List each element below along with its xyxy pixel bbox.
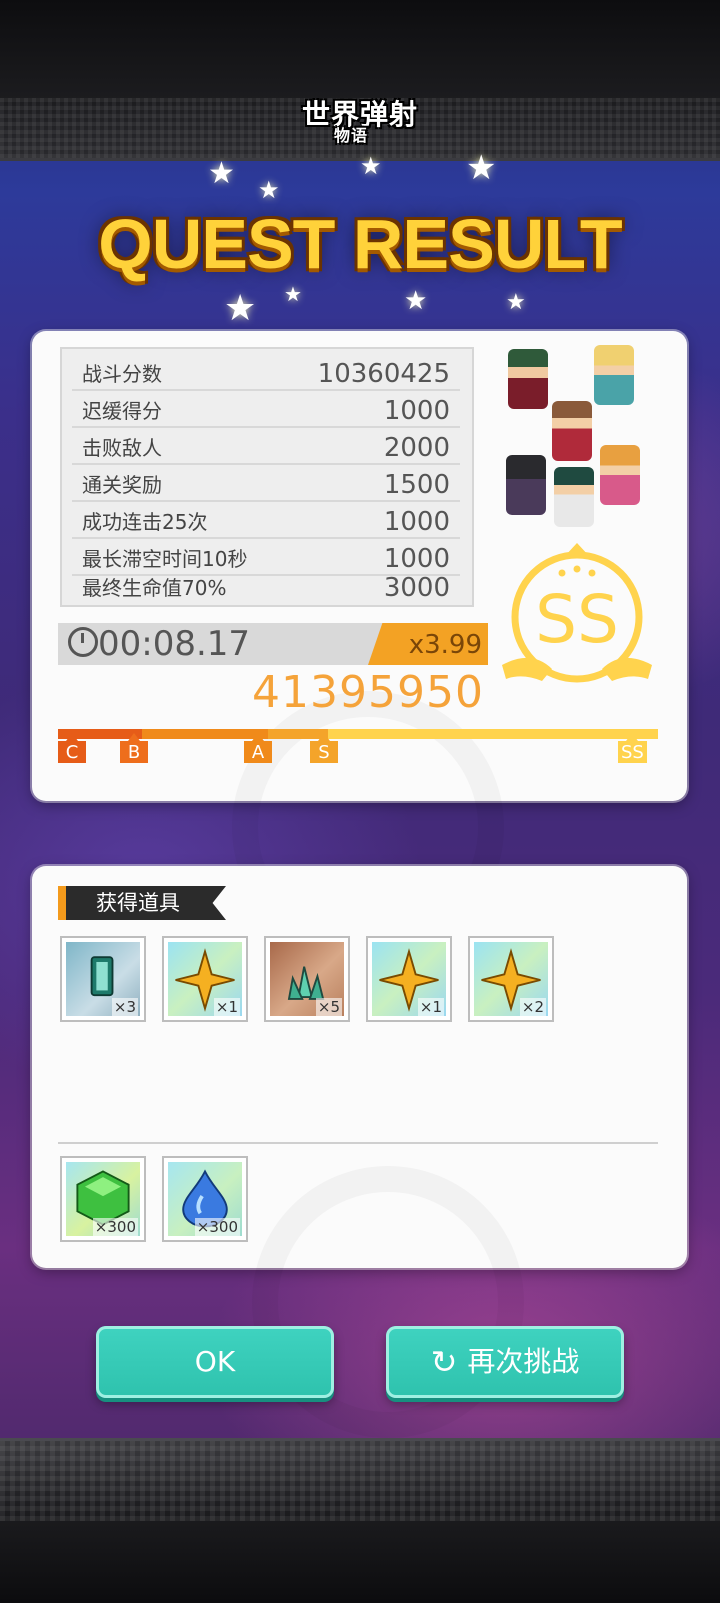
resource-item[interactable]: ×300 [60, 1156, 146, 1242]
character-sprite [506, 455, 546, 515]
score-row-value: 1000 [383, 507, 450, 537]
stopwatch-icon [68, 627, 98, 657]
rank-mark-s: S [310, 733, 338, 763]
score-row-value: 10360425 [317, 359, 450, 389]
drop-item[interactable]: ×5 [264, 936, 350, 1022]
score-row-label: 成功连击25次 [82, 510, 208, 534]
star-icon: ★ [404, 286, 428, 316]
items-divider [58, 1142, 658, 1144]
score-row-value: 2000 [383, 433, 450, 463]
score-row-value: 1500 [383, 470, 450, 500]
bottom-bar-pattern [0, 1441, 720, 1521]
score-row: 通关奖励 1500 [72, 464, 460, 502]
rank-progress-bar [58, 729, 658, 739]
character-sprite [554, 467, 594, 527]
score-row-label: 击败敌人 [82, 436, 162, 460]
star-icon: ★ [258, 176, 280, 204]
retry-icon: ↻ [430, 1343, 458, 1381]
item-count: ×5 [315, 998, 342, 1016]
drop-item[interactable]: ×3 [60, 936, 146, 1022]
character-sprite [552, 401, 592, 461]
score-row-label: 战斗分数 [82, 362, 162, 386]
item-count: ×1 [417, 998, 444, 1016]
rank-mark-b: B [120, 733, 148, 763]
drop-item[interactable]: ×1 [162, 936, 248, 1022]
drop-item[interactable]: ×1 [366, 936, 452, 1022]
star-icon: ★ [208, 156, 235, 191]
character-sprite [594, 345, 634, 405]
score-row-label: 通关奖励 [82, 473, 162, 497]
items-header-accent [58, 886, 66, 920]
star-icon: ★ [506, 290, 526, 315]
rank-text: SS [535, 581, 619, 658]
score-row-value: 1000 [383, 396, 450, 426]
total-score: 41395950 [252, 667, 484, 718]
score-row: 战斗分数 10360425 [72, 353, 460, 391]
rank-badge: SS [502, 537, 652, 687]
clear-time: 00:08.17 [98, 624, 251, 664]
resource-item[interactable]: ×300 [162, 1156, 248, 1242]
retry-button-label: 再次挑战 [467, 1345, 580, 1378]
rank-mark-c: C [58, 733, 86, 763]
retry-button[interactable]: ↻ 再次挑战 [386, 1326, 624, 1398]
character-sprite [600, 445, 640, 505]
score-table: 战斗分数 10360425 迟缓得分 1000 击败敌人 2000 通关奖励 1… [60, 347, 474, 607]
star-icon: ★ [284, 282, 302, 306]
score-row: 迟缓得分 1000 [72, 390, 460, 428]
quest-result-title: QUEST RESULT [98, 205, 622, 283]
game-logo-subtext: 物语 [334, 126, 369, 145]
result-panel: 战斗分数 10360425 迟缓得分 1000 击败敌人 2000 通关奖励 1… [32, 331, 687, 801]
ok-button[interactable]: OK [96, 1326, 334, 1398]
score-row: 击败敌人 2000 [72, 427, 460, 465]
star-icon: ★ [360, 152, 382, 180]
rank-mark-ss: SS [618, 733, 647, 763]
score-row: 成功连击25次 1000 [72, 501, 460, 539]
star-icon: ★ [224, 288, 257, 329]
item-count: ×300 [92, 1218, 138, 1236]
item-count: ×1 [213, 998, 240, 1016]
score-row-label: 迟缓得分 [82, 399, 162, 423]
ok-button-label: OK [194, 1345, 236, 1378]
score-row-value: 3000 [383, 573, 450, 603]
star-icon: ★ [466, 148, 497, 188]
rank-mark-a: A [244, 733, 272, 763]
top-bar: 世界弹射 物语 [0, 0, 720, 161]
party-characters [502, 339, 662, 527]
item-count: ×300 [194, 1218, 240, 1236]
score-multiplier: x3.99 [368, 623, 488, 665]
score-row-label: 最终生命值70% [82, 576, 227, 600]
items-panel: 获得道具 ×3 ×1 ×5 ×1 ×2 ×300 ×300 [32, 866, 687, 1268]
character-sprite [508, 349, 548, 409]
game-logo: 世界弹射 物语 [290, 80, 430, 146]
items-header-label: 获得道具 [96, 891, 180, 915]
drop-item[interactable]: ×2 [468, 936, 554, 1022]
bottom-bar [0, 1438, 720, 1603]
item-count: ×3 [111, 998, 138, 1016]
items-header: 获得道具 [58, 886, 226, 920]
item-count: ×2 [519, 998, 546, 1016]
score-row: 最终生命值70% 3000 [72, 563, 460, 603]
